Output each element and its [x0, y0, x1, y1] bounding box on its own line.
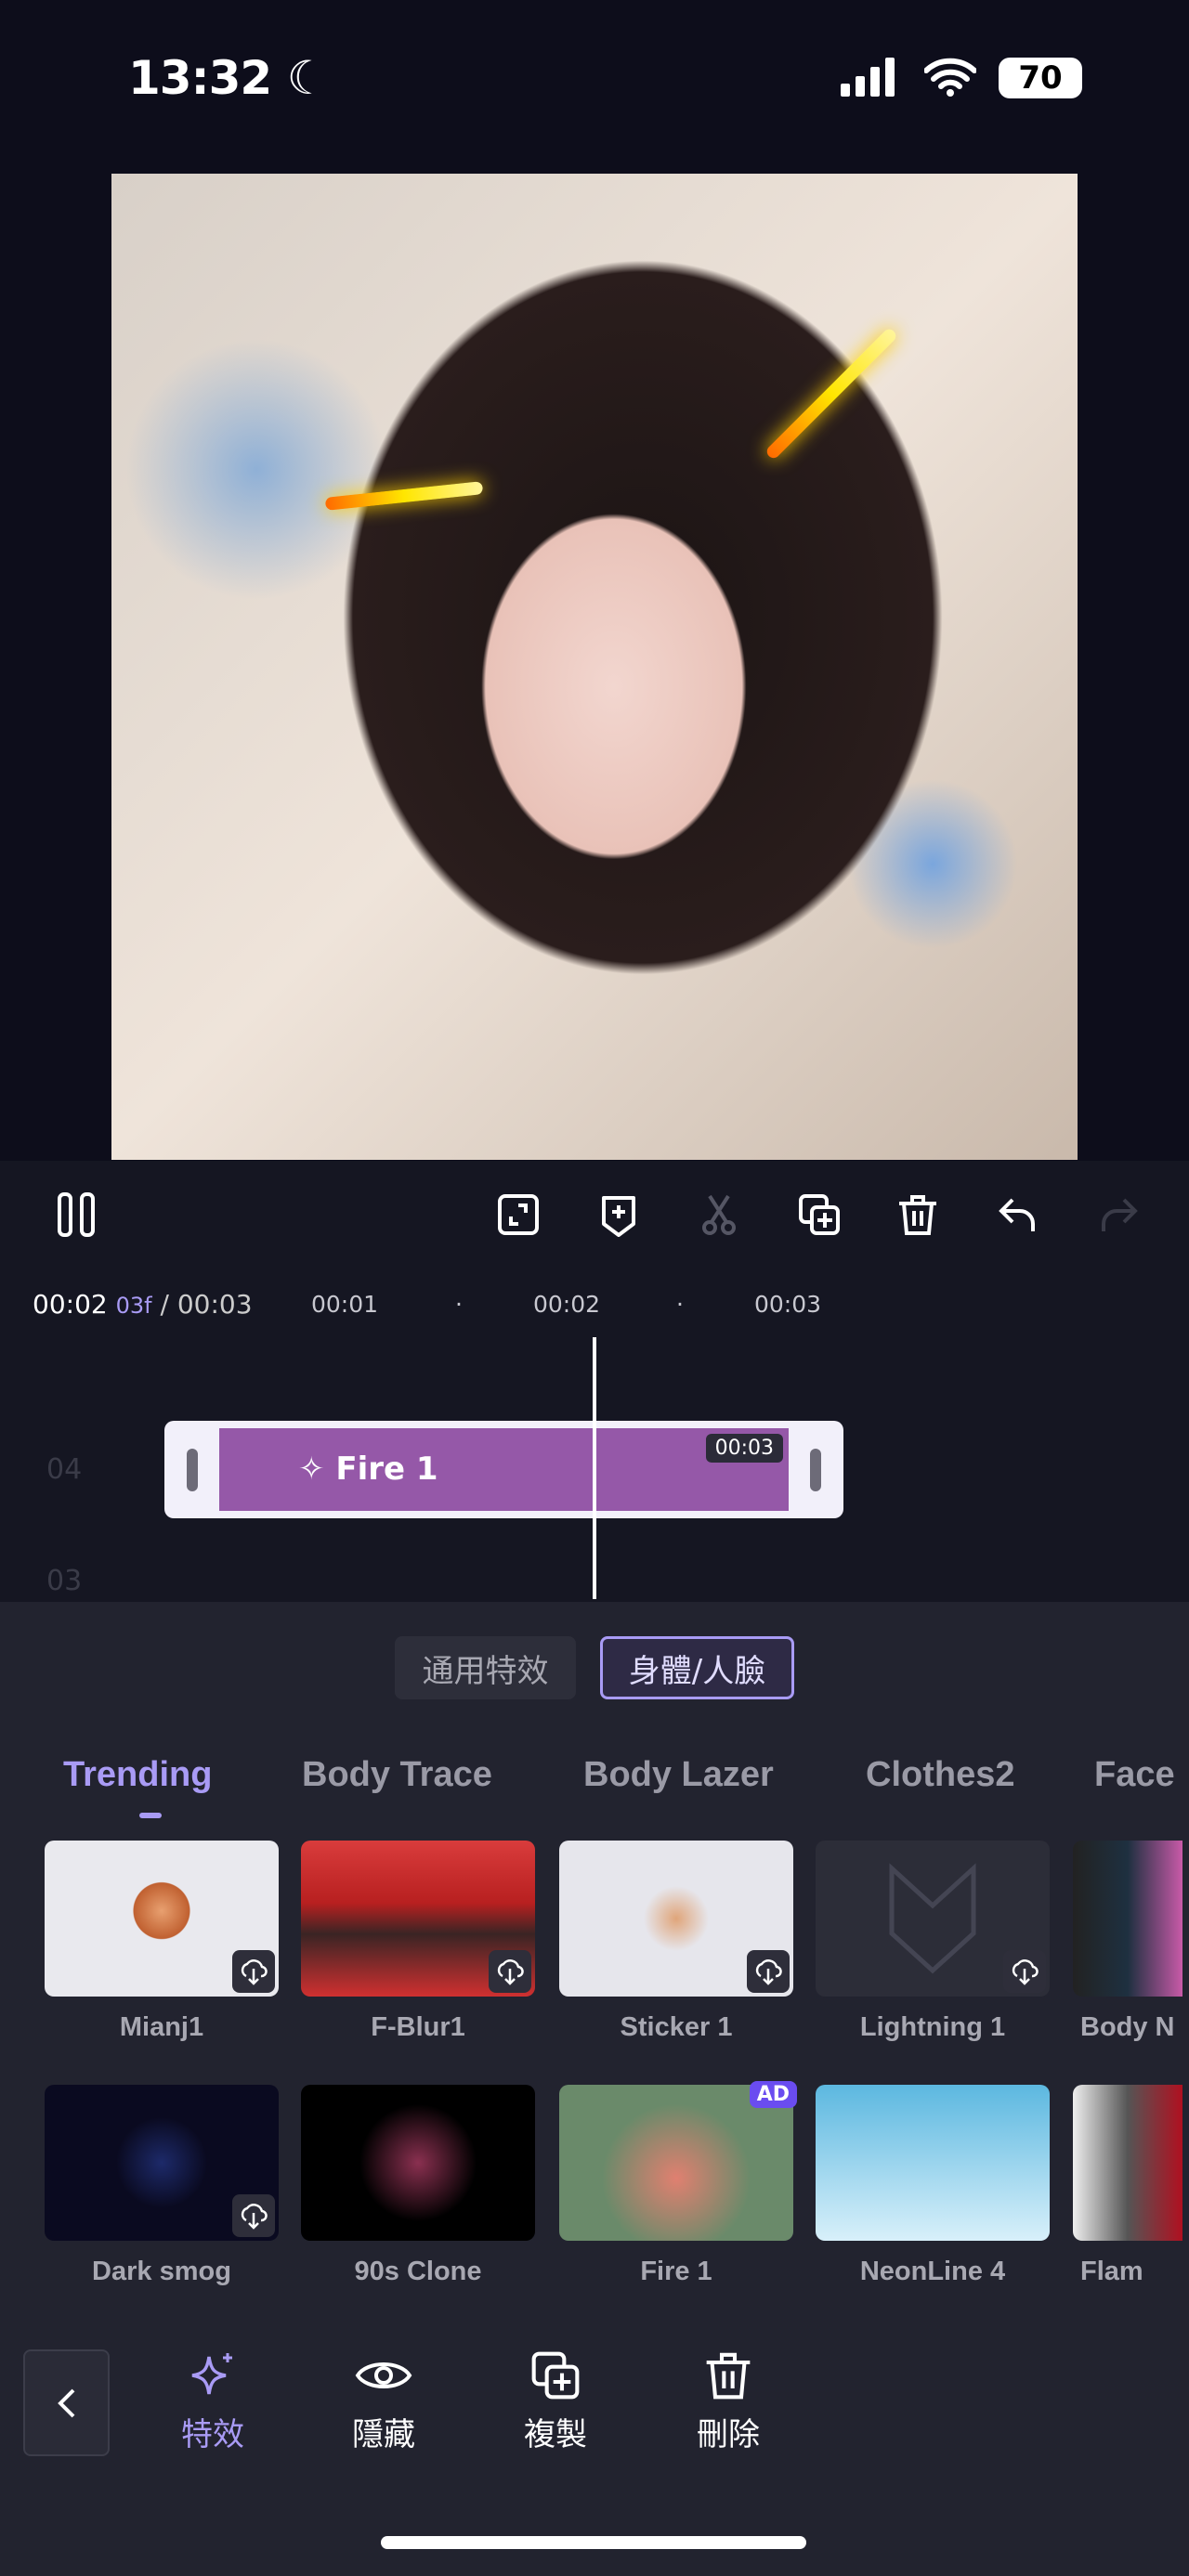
home-indicator [381, 2536, 806, 2549]
tab-body-trace[interactable]: Body Trace [302, 1755, 492, 1795]
effect-thumbnail[interactable] [816, 1841, 1050, 1997]
track-label: 03 [46, 1565, 83, 1597]
download-icon[interactable] [489, 1950, 531, 1993]
ruler-tick: 00:02 [533, 1291, 601, 1318]
nav-hide[interactable]: 隱藏 [323, 2349, 444, 2454]
effect-thumbnail[interactable] [559, 1841, 793, 1997]
status-time: 13:32 ☾ [128, 51, 329, 105]
ad-badge: AD [749, 2081, 797, 2108]
tab-face[interactable]: Face [1094, 1755, 1175, 1795]
sparkle-icon [191, 2353, 232, 2395]
pause-button[interactable] [54, 1192, 98, 1237]
segment-body-face[interactable]: 身體/人臉 [600, 1636, 794, 1699]
segment-general-effects[interactable]: 通用特效 [395, 1636, 576, 1699]
fire-eye-effect [764, 326, 899, 462]
video-preview[interactable] [111, 174, 1078, 1160]
ruler-dot: · [455, 1291, 463, 1318]
effect-label: Dark smog [92, 2257, 231, 2286]
redo-icon [1096, 1192, 1141, 1237]
eye-icon [355, 2362, 412, 2388]
effect-thumbnail[interactable] [1073, 1841, 1182, 1997]
tab-indicator [139, 1813, 162, 1818]
effect-thumbnail[interactable] [816, 2085, 1050, 2241]
nav-label: 特效 [181, 2416, 244, 2453]
tab-trending[interactable]: Trending [63, 1755, 212, 1795]
track-label: 04 [46, 1453, 83, 1486]
nav-delete[interactable]: 刪除 [668, 2349, 789, 2454]
effect-thumbnail[interactable] [45, 1841, 279, 1997]
nav-duplicate[interactable]: 複製 [495, 2349, 616, 2454]
fire-eye-effect [324, 481, 484, 511]
signal-icon [841, 58, 896, 97]
effect-thumbnail[interactable] [301, 2085, 535, 2241]
split-icon [697, 1192, 741, 1237]
effect-label: Sticker 1 [620, 2012, 733, 2042]
download-icon[interactable] [232, 2194, 275, 2237]
effect-label: F-Blur1 [371, 2012, 465, 2042]
wifi-icon [923, 56, 977, 100]
fullscreen-icon[interactable] [496, 1192, 541, 1237]
effect-clip[interactable]: ✧ Fire 1 00:03 [164, 1421, 843, 1518]
clip-left-handle[interactable] [187, 1449, 198, 1491]
ruler-tick: 00:03 [754, 1291, 822, 1318]
moon-icon: ☾ [286, 51, 329, 105]
ruler-tick: 00:01 [311, 1291, 379, 1318]
current-time: 00:02 03f / 00:03 [33, 1289, 253, 1320]
effect-label: Flam [1080, 2257, 1143, 2286]
chevron-left-icon [57, 2388, 74, 2417]
battery-indicator: 70 [999, 58, 1082, 98]
add-keyframe-icon[interactable] [596, 1192, 641, 1237]
effect-label: Lightning 1 [859, 2012, 1006, 2042]
nav-label: 刪除 [697, 2416, 760, 2453]
download-icon[interactable] [232, 1950, 275, 1993]
back-button[interactable] [23, 2349, 110, 2456]
delete-icon[interactable] [895, 1192, 940, 1237]
duplicate-icon[interactable] [797, 1192, 842, 1237]
undo-icon[interactable] [996, 1192, 1040, 1237]
nav-label: 隱藏 [352, 2416, 415, 2453]
effect-thumbnail[interactable] [301, 1841, 535, 1997]
download-icon[interactable] [1003, 1950, 1046, 1993]
tab-clothes2[interactable]: Clothes2 [866, 1755, 1014, 1795]
duplicate-icon [531, 2351, 580, 2400]
effect-label: NeonLine 4 [859, 2257, 1006, 2286]
effect-thumbnail[interactable] [1073, 2085, 1182, 2241]
playhead[interactable] [593, 1337, 596, 1599]
clip-right-handle[interactable] [810, 1449, 821, 1491]
trash-icon [706, 2352, 751, 2400]
clip-duration: 00:03 [705, 1434, 783, 1463]
effect-label: Body N [1080, 2012, 1175, 2042]
effect-thumbnail[interactable] [45, 2085, 279, 2241]
nav-effects[interactable]: 特效 [152, 2349, 273, 2454]
tab-body-lazer[interactable]: Body Lazer [583, 1755, 774, 1795]
effect-thumbnail[interactable]: AD [559, 2081, 797, 2241]
sparkle-icon: ✧ [298, 1451, 325, 1488]
nav-label: 複製 [524, 2416, 587, 2453]
download-icon[interactable] [747, 1950, 790, 1993]
ruler-dot: · [676, 1291, 684, 1318]
clip-label: Fire 1 [335, 1451, 438, 1488]
effect-label: Mianj1 [119, 2012, 204, 2042]
effect-label: Fire 1 [640, 2257, 712, 2286]
effect-label: 90s Clone [354, 2257, 482, 2286]
